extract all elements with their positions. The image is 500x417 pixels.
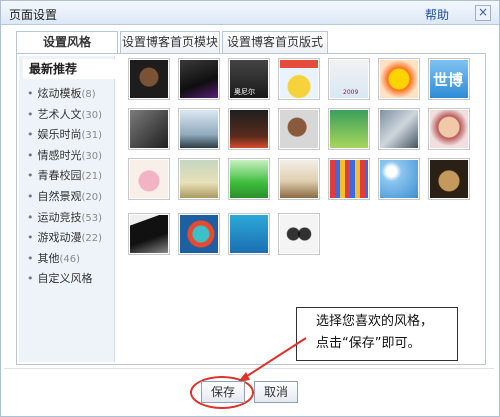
bullet-icon: • bbox=[27, 251, 34, 265]
theme-thumbnail[interactable] bbox=[128, 58, 170, 100]
sidebar-item-campus[interactable]: • 青春校园(21) bbox=[19, 166, 115, 187]
theme-thumbnail[interactable] bbox=[278, 213, 320, 255]
theme-thumbnail[interactable] bbox=[328, 158, 370, 200]
category-label: 其他 bbox=[37, 251, 60, 265]
divider bbox=[4, 368, 494, 369]
close-icon[interactable]: × bbox=[475, 5, 491, 21]
theme-thumbnail[interactable]: 2009 bbox=[328, 58, 370, 100]
cancel-button[interactable]: 取消 bbox=[254, 381, 298, 403]
category-label: 情感时光 bbox=[37, 148, 82, 162]
category-label: 运动竞技 bbox=[37, 210, 82, 224]
theme-thumbnail[interactable] bbox=[378, 58, 420, 100]
theme-thumbnail[interactable]: 世博 bbox=[428, 58, 470, 100]
theme-thumbnail[interactable] bbox=[278, 58, 320, 100]
theme-thumbnail[interactable] bbox=[278, 108, 320, 150]
theme-thumbnail[interactable] bbox=[128, 158, 170, 200]
help-link[interactable]: 帮助 bbox=[425, 6, 449, 23]
category-label: 自定义风格 bbox=[37, 272, 93, 286]
category-count: (30) bbox=[81, 150, 103, 162]
bullet-icon: • bbox=[27, 272, 34, 286]
category-count: (22) bbox=[81, 233, 103, 245]
sidebar-item-nature[interactable]: • 自然景观(20) bbox=[19, 187, 115, 208]
theme-thumbnail[interactable] bbox=[428, 158, 470, 200]
thumbnail-caption: 2009 bbox=[343, 89, 359, 96]
theme-thumbnail[interactable] bbox=[178, 158, 220, 200]
theme-thumbnail[interactable] bbox=[128, 213, 170, 255]
category-sidebar: 最新推荐 • 炫动模板(8) • 艺术人文(30) • 娱乐时尚(31) • 情感时光(… bbox=[19, 56, 115, 362]
sidebar-item-other[interactable]: • 其他(46) bbox=[19, 249, 115, 270]
category-label: 娱乐时尚 bbox=[37, 128, 82, 142]
tab-set-style[interactable]: 设置风格 bbox=[16, 31, 118, 54]
theme-thumbnail[interactable] bbox=[228, 108, 270, 150]
category-count: (8) bbox=[81, 89, 96, 100]
category-label: 艺术人文 bbox=[37, 107, 82, 121]
theme-thumbnail[interactable] bbox=[178, 58, 220, 100]
category-count: (31) bbox=[81, 130, 103, 142]
thumbnail-caption: 世博 bbox=[433, 71, 464, 89]
bullet-icon: • bbox=[27, 87, 34, 100]
category-label: 自然景观 bbox=[37, 189, 82, 203]
sidebar-item-custom[interactable]: • 自定义风格 bbox=[19, 269, 115, 290]
title-bar: 页面设置 帮助 × bbox=[1, 1, 499, 25]
category-count: (21) bbox=[81, 171, 103, 183]
category-label: 游戏动漫 bbox=[37, 231, 82, 245]
category-count: (20) bbox=[81, 191, 103, 203]
theme-thumbnail[interactable] bbox=[378, 158, 420, 200]
category-count: (46) bbox=[59, 253, 81, 265]
bullet-icon: • bbox=[27, 210, 34, 224]
theme-thumbnail[interactable] bbox=[328, 108, 370, 150]
theme-thumbnail[interactable] bbox=[178, 213, 220, 255]
sidebar-item-games[interactable]: • 游戏动漫(22) bbox=[19, 228, 115, 249]
theme-thumbnail[interactable] bbox=[178, 108, 220, 150]
bullet-icon: • bbox=[27, 107, 34, 121]
category-label: 青春校园 bbox=[37, 169, 82, 183]
save-button[interactable]: 保存 bbox=[201, 381, 245, 403]
callout-line-2: 点击“保存”即可。 bbox=[316, 336, 421, 351]
category-count: (30) bbox=[81, 109, 103, 121]
theme-thumbnail[interactable] bbox=[378, 108, 420, 150]
sidebar-item-emotion[interactable]: • 情感时光(30) bbox=[19, 146, 115, 167]
sidebar-item-arts[interactable]: • 艺术人文(30) bbox=[19, 105, 115, 126]
bullet-icon: • bbox=[27, 128, 34, 142]
theme-thumbnail[interactable]: 奥尼尔 bbox=[228, 58, 270, 100]
sidebar-item-latest[interactable]: 最新推荐 bbox=[23, 59, 115, 79]
category-label: 炫动模板 bbox=[37, 87, 82, 100]
theme-thumbnail[interactable] bbox=[228, 213, 270, 255]
bullet-icon: • bbox=[27, 169, 34, 183]
sidebar-item-fashion[interactable]: • 娱乐时尚(31) bbox=[19, 125, 115, 146]
dialog-title: 页面设置 bbox=[9, 8, 58, 22]
bullet-icon: • bbox=[27, 189, 34, 203]
theme-thumbnail[interactable] bbox=[228, 158, 270, 200]
category-list: • 炫动模板(8) • 艺术人文(30) • 娱乐时尚(31) • 情感时光(30) •… bbox=[19, 84, 115, 290]
sidebar-item-flash[interactable]: • 炫动模板(8) bbox=[19, 84, 115, 105]
instruction-callout: 选择您喜欢的风格， 点击“保存”即可。 bbox=[296, 307, 458, 361]
theme-thumbnail[interactable] bbox=[278, 158, 320, 200]
tab-home-modules[interactable]: 设置博客首页模块 bbox=[120, 31, 220, 53]
bullet-icon: • bbox=[27, 231, 34, 245]
thumbnail-caption: 奥尼尔 bbox=[234, 88, 255, 96]
callout-line-1: 选择您喜欢的风格， bbox=[316, 314, 434, 329]
sidebar-item-sports[interactable]: • 运动竞技(53) bbox=[19, 208, 115, 229]
category-count: (53) bbox=[81, 212, 103, 224]
tab-home-layout[interactable]: 设置博客首页版式 bbox=[222, 31, 328, 53]
bullet-icon: • bbox=[27, 148, 34, 162]
theme-thumbnail[interactable] bbox=[128, 108, 170, 150]
theme-thumbnail[interactable] bbox=[428, 108, 470, 150]
